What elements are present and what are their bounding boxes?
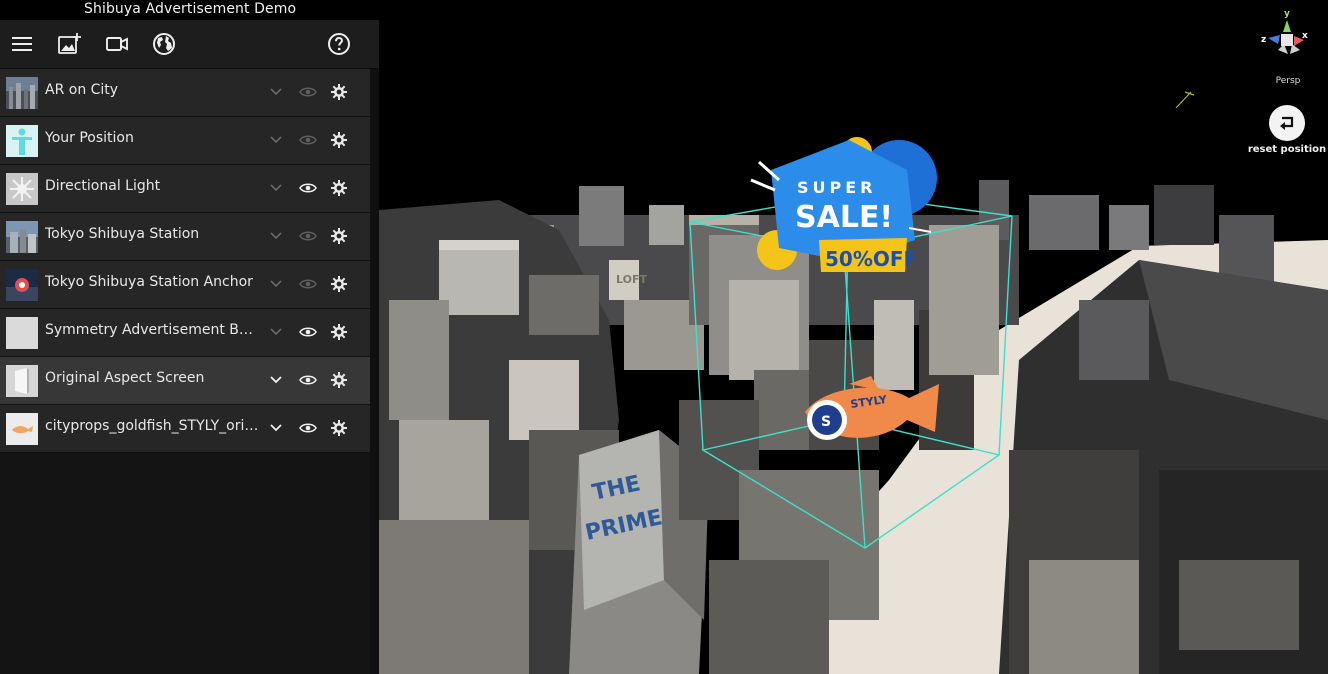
chevron-down-icon[interactable] <box>266 322 286 342</box>
chevron-down-icon[interactable] <box>266 178 286 198</box>
gear-icon[interactable] <box>329 418 349 438</box>
menu-icon[interactable] <box>9 31 35 57</box>
gear-icon[interactable] <box>329 82 349 102</box>
chevron-down-icon[interactable] <box>266 418 286 438</box>
projection-label[interactable]: Persp <box>1266 76 1310 86</box>
loft-sign-text: LOFT <box>616 273 647 286</box>
layer-list: AR on City Your Position Directional Lig… <box>0 69 370 453</box>
layer-name: cityprops_goldfish_STYLY_original <box>45 418 259 434</box>
sale-text-super: SUPER <box>797 178 877 197</box>
eye-icon[interactable] <box>298 82 318 102</box>
video-icon[interactable] <box>104 31 130 57</box>
eye-icon[interactable] <box>298 274 318 294</box>
gear-icon[interactable] <box>329 370 349 390</box>
help-icon[interactable] <box>326 31 352 57</box>
panel-scrollbar[interactable] <box>370 69 379 674</box>
layer-item-your-position[interactable]: Your Position <box>0 117 370 165</box>
axis-y-label: y <box>1284 9 1290 19</box>
layer-thumbnail <box>6 77 38 109</box>
add-image-icon[interactable] <box>56 31 82 57</box>
layer-name: Original Aspect Screen <box>45 370 205 386</box>
reset-position-button[interactable] <box>1269 105 1305 141</box>
eye-icon[interactable] <box>298 178 318 198</box>
layer-item-cityprops-goldfish[interactable]: cityprops_goldfish_STYLY_original <box>0 405 370 453</box>
layer-name: Tokyo Shibuya Station Anchor <box>45 274 253 290</box>
layer-name: Directional Light <box>45 178 161 194</box>
gear-icon[interactable] <box>329 178 349 198</box>
layer-name: Symmetry Advertisement Boundary <box>45 322 259 338</box>
layer-thumbnail <box>6 173 38 205</box>
layer-item-ar-on-city[interactable]: AR on City <box>0 69 370 117</box>
light-gizmo[interactable] <box>1175 91 1195 109</box>
reset-position-label[interactable]: reset position <box>1244 144 1328 155</box>
city-scene[interactable]: LOFT THE PRIME SUPER SALE! 50%OFF S STYL… <box>379 0 1328 674</box>
gear-icon[interactable] <box>329 274 349 294</box>
chevron-down-icon[interactable] <box>266 274 286 294</box>
layer-thumbnail <box>6 221 38 253</box>
reset-arrow-icon <box>1280 116 1294 130</box>
layer-thumbnail <box>6 365 38 397</box>
eye-icon[interactable] <box>298 418 318 438</box>
svg-text:S: S <box>821 414 831 430</box>
sale-text-sale: SALE! <box>795 200 893 235</box>
layer-thumbnail <box>6 413 38 445</box>
axis-z-label: z <box>1261 35 1266 45</box>
layer-item-original-aspect-screen[interactable]: Original Aspect Screen <box>0 357 370 405</box>
layer-name: AR on City <box>45 82 119 98</box>
super-sale-billboard: SUPER SALE! 50%OFF <box>750 137 937 272</box>
gear-icon[interactable] <box>329 322 349 342</box>
layer-name: Tokyo Shibuya Station <box>45 226 200 242</box>
chevron-down-icon[interactable] <box>266 370 286 390</box>
chevron-down-icon[interactable] <box>266 226 286 246</box>
layer-name: Your Position <box>45 130 134 146</box>
layer-item-tokyo-shibuya-station-anchor[interactable]: Tokyo Shibuya Station Anchor <box>0 261 370 309</box>
eye-icon[interactable] <box>298 226 318 246</box>
axis-gizmo[interactable]: y z x <box>1256 6 1316 72</box>
layer-thumbnail <box>6 269 38 301</box>
sale-text-discount: 50%OFF <box>825 247 917 271</box>
toolbar <box>0 20 379 69</box>
chevron-down-icon[interactable] <box>266 82 286 102</box>
chevron-down-icon[interactable] <box>266 130 286 150</box>
eye-icon[interactable] <box>298 322 318 342</box>
app-title: Shibuya Advertisement Demo <box>84 1 297 17</box>
layers-panel: AR on City Your Position Directional Lig… <box>0 69 379 674</box>
scene-viewport[interactable]: LOFT THE PRIME SUPER SALE! 50%OFF S STYL… <box>379 0 1328 674</box>
layer-thumbnail <box>6 125 38 157</box>
layer-item-tokyo-shibuya-station[interactable]: Tokyo Shibuya Station <box>0 213 370 261</box>
layer-item-symmetry-advertisement-boundary[interactable]: Symmetry Advertisement Boundary <box>0 309 370 357</box>
gear-icon[interactable] <box>329 226 349 246</box>
title-bar: Shibuya Advertisement Demo <box>0 0 379 20</box>
layer-thumbnail <box>6 317 38 349</box>
gear-icon[interactable] <box>329 130 349 150</box>
layer-item-directional-light[interactable]: Directional Light <box>0 165 370 213</box>
globe-icon[interactable] <box>151 31 177 57</box>
eye-icon[interactable] <box>298 130 318 150</box>
eye-icon[interactable] <box>298 370 318 390</box>
axis-x-label: x <box>1302 31 1308 41</box>
